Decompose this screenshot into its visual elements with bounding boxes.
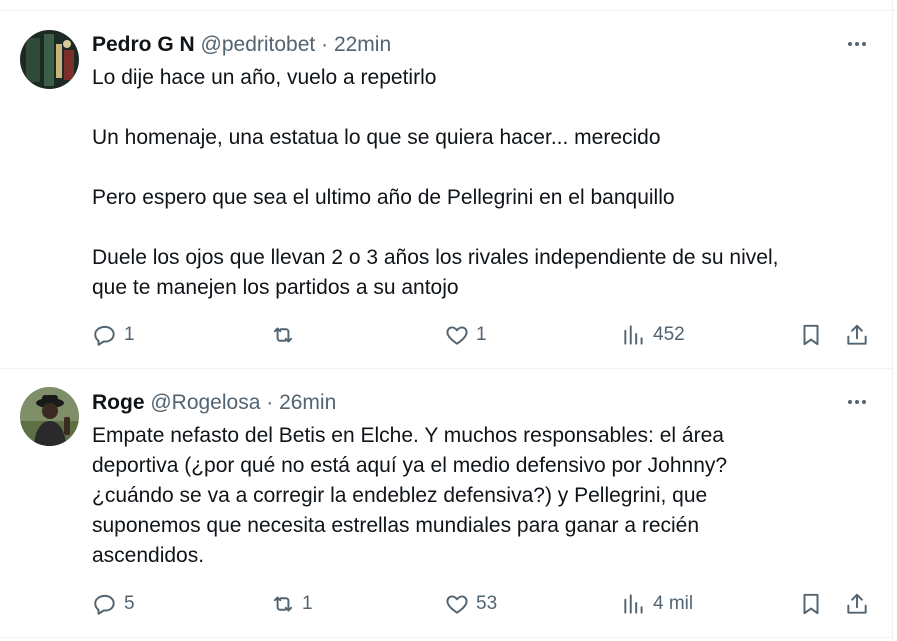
right-border	[892, 0, 893, 641]
bookmark-icon	[803, 593, 819, 615]
avatar-image	[20, 30, 79, 89]
views-icon	[624, 594, 643, 614]
author-name[interactable]: Pedro G N	[92, 33, 195, 56]
author-name[interactable]: Roge	[92, 391, 145, 414]
share-icon	[847, 593, 867, 614]
share-button[interactable]	[844, 589, 870, 619]
like-button[interactable]: 1	[444, 320, 487, 350]
view-count: 452	[653, 324, 685, 345]
tweet[interactable]: Roge @Rogelosa · 26min Empate nefasto de…	[0, 369, 892, 638]
author-handle[interactable]: @Rogelosa	[150, 391, 260, 414]
share-icon	[847, 324, 867, 345]
reply-count: 1	[124, 324, 135, 345]
retweet-icon	[273, 327, 293, 343]
like-count: 53	[476, 593, 498, 614]
tweet[interactable]: Pedro G N @pedritobet · 22min Lo dije ha…	[0, 11, 892, 369]
tweet-text: Empate nefasto del Betis en Elche. Y muc…	[92, 421, 852, 571]
tweet-paragraph: Duele los ojos que llevan 2 o 3 años los…	[92, 246, 779, 299]
share-button[interactable]	[844, 320, 870, 350]
tweet-paragraph: Un homenaje, una estatua lo que se quier…	[92, 126, 661, 149]
retweet-icon	[273, 596, 293, 612]
views-button[interactable]: 452	[621, 320, 685, 350]
more-options-icon[interactable]	[844, 389, 870, 415]
tweet-header: Roge @Rogelosa · 26min	[92, 390, 336, 416]
avatar-image	[20, 387, 79, 446]
tweet-paragraph: Lo dije hace un año, vuelo a repetirlo	[92, 66, 437, 89]
retweet-button[interactable]: 1	[270, 589, 313, 619]
retweet-button[interactable]	[270, 320, 302, 350]
views-icon	[624, 325, 643, 345]
bookmark-button[interactable]	[798, 589, 824, 619]
reply-count: 5	[124, 593, 135, 614]
like-button[interactable]: 53	[444, 589, 497, 619]
separator-dot: ·	[321, 33, 329, 56]
action-bar: 1 1 452	[92, 320, 872, 350]
tweet-header: Pedro G N @pedritobet · 22min	[92, 32, 391, 58]
retweet-count: 1	[302, 593, 313, 614]
reply-icon	[94, 325, 115, 346]
avatar[interactable]	[20, 387, 79, 446]
author-handle[interactable]: @pedritobet	[201, 33, 316, 56]
bookmark-icon	[803, 324, 819, 346]
heart-icon	[446, 326, 468, 345]
tweet-paragraph: Empate nefasto del Betis en Elche. Y muc…	[92, 424, 728, 567]
views-button[interactable]: 4 mil	[621, 589, 693, 619]
reply-icon	[94, 594, 115, 615]
tweet-paragraph: Pero espero que sea el ultimo año de Pel…	[92, 186, 675, 209]
like-count: 1	[476, 324, 487, 345]
reply-button[interactable]: 5	[92, 589, 135, 619]
heart-icon	[446, 595, 468, 614]
bookmark-button[interactable]	[798, 320, 824, 350]
more-options-icon[interactable]	[844, 31, 870, 57]
timestamp[interactable]: 26min	[279, 391, 336, 414]
tweet-text: Lo dije hace un año, vuelo a repetirlo U…	[92, 63, 872, 303]
action-bar: 5 1 53 4 mil	[92, 589, 872, 619]
timestamp[interactable]: 22min	[334, 33, 391, 56]
reply-button[interactable]: 1	[92, 320, 135, 350]
avatar[interactable]	[20, 30, 79, 89]
view-count: 4 mil	[653, 593, 694, 614]
separator-dot: ·	[266, 391, 274, 414]
